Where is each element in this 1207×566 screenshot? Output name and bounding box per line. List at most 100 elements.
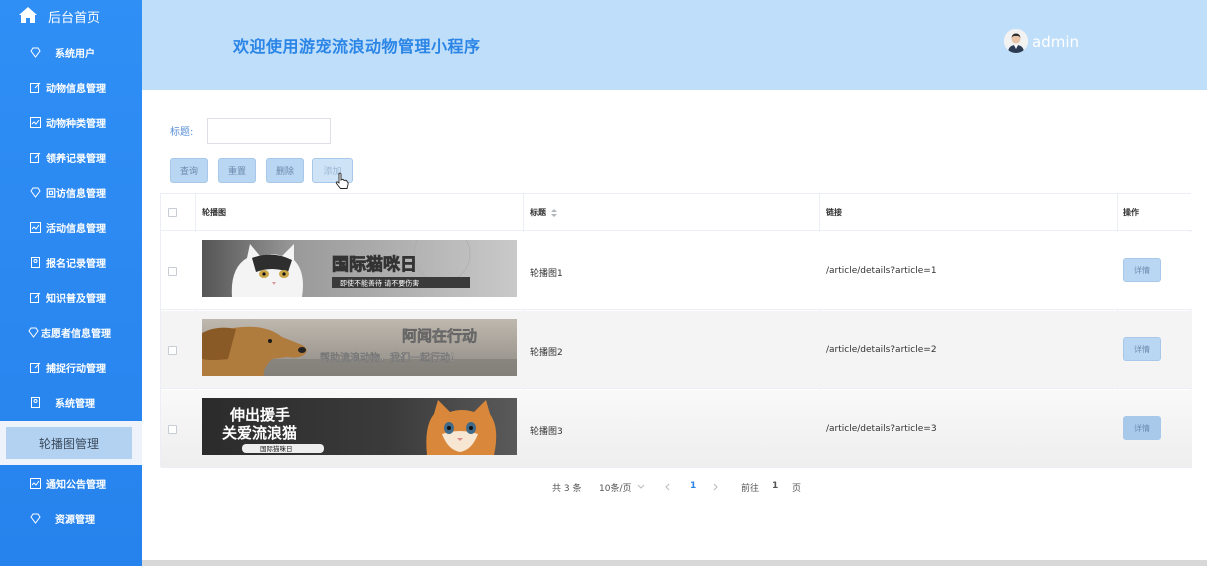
edit-icon [30,82,41,93]
carousel-image: 国际猫咪日 即使不能善待 请不要伤害 [202,240,517,297]
sidebar-item-capture[interactable]: 捕捉行动管理 [0,350,142,385]
banner-subtitle: 国际猫咪日 [260,444,293,453]
sidebar-item-adoption-records[interactable]: 领养记录管理 [0,140,142,175]
query-button[interactable]: 查询 [170,158,208,183]
sidebar-item-carousel[interactable]: 轮播图管理 [6,427,132,459]
sidebar-item-label: 报名记录管理 [46,259,106,270]
row-checkbox[interactable] [168,267,177,276]
sidebar-item-label: 回访信息管理 [46,189,106,200]
pagination-goto-suffix: 页 [792,484,802,494]
chevron-down-icon[interactable] [637,484,645,490]
sidebar-item-label: 领养记录管理 [46,154,106,165]
gem-icon [30,187,41,198]
sidebar-item-label: 动物信息管理 [46,84,106,95]
row-title: 轮播图3 [530,427,563,437]
chart-icon [30,117,41,128]
hand-cursor-icon [335,172,349,189]
badge-icon [31,257,40,268]
gem-icon [28,327,39,338]
select-all-checkbox[interactable] [168,208,177,217]
sidebar-item-animal-info[interactable]: 动物信息管理 [0,70,142,105]
sidebar-item-registrations[interactable]: 报名记录管理 [0,245,142,280]
row-link: /article/details?article=3 [826,424,937,434]
column-header-title[interactable]: 标题 [530,194,558,231]
sidebar-item-system-management[interactable]: 系统管理 [0,385,142,420]
column-header-link: 链接 [826,208,842,217]
row-link: /article/details?article=1 [826,266,937,276]
sidebar-home[interactable]: 后台首页 [0,0,142,32]
table-header: 轮播图 标题 链接 操作 [161,194,1192,231]
sidebar-item-followup[interactable]: 回访信息管理 [0,175,142,210]
page-size-select[interactable]: 10条/页 [599,481,632,494]
header-checkbox-cell [168,194,177,231]
table-row: 阿闻在行动 帮助流浪动物，我们一起行动！ 轮播图2 /article/detai… [161,311,1192,389]
banner-subtitle: 帮助流浪动物，我们一起行动！ [320,351,460,364]
row-checkbox[interactable] [168,346,177,355]
carousel-image: 伸出援手 关爱流浪猫 国际猫咪日 [202,398,517,455]
banner-title: 伸出援手 [229,406,290,424]
row-checkbox[interactable] [168,425,177,434]
carousel-table: 轮播图 标题 链接 操作 国际猫咪日 即使不能善待 请不要伤害 轮播图1 /ar… [160,193,1192,468]
sidebar-item-label: 志愿者信息管理 [41,329,111,340]
sidebar-submenu: 轮播图管理 [0,421,142,465]
sidebar-item-label: 通知公告管理 [46,480,106,491]
chart-icon [30,222,41,233]
carousel-image: 阿闻在行动 帮助流浪动物，我们一起行动！ [202,319,517,376]
banner-title-secondary: 关爱流浪猫 [222,424,297,442]
row-link: /article/details?article=2 [826,345,937,355]
title-filter-label: 标题: [170,127,194,138]
sidebar-item-label: 资源管理 [55,515,95,526]
table-row: 国际猫咪日 即使不能善待 请不要伤害 轮播图1 /article/details… [161,232,1192,310]
pagination-current-page[interactable]: 1 [690,481,696,491]
chevron-right-icon[interactable] [713,483,719,491]
sidebar-item-label: 系统管理 [55,399,95,410]
home-icon [19,7,37,23]
detail-button[interactable]: 详情 [1123,337,1161,361]
bottom-scrollbar[interactable] [142,560,1207,566]
column-header-image: 轮播图 [202,208,226,217]
row-title: 轮播图1 [530,269,563,279]
badge-icon [31,397,40,408]
chart-icon [30,478,41,489]
sidebar-item-volunteers[interactable]: 志愿者信息管理 [0,315,142,350]
sort-icon[interactable] [550,208,558,218]
edit-icon [30,292,41,303]
avatar[interactable] [1004,29,1028,53]
sidebar-item-label: 捕捉行动管理 [46,364,106,375]
sidebar-item-animal-types[interactable]: 动物种类管理 [0,105,142,140]
detail-button[interactable]: 详情 [1123,416,1161,440]
reset-button[interactable]: 重置 [218,158,256,183]
row-title: 轮播图2 [530,348,563,358]
header: 欢迎使用游宠流浪动物管理小程序 admin [142,0,1207,90]
sidebar-item-label: 活动信息管理 [46,224,106,235]
gem-icon [30,513,41,524]
sidebar-home-label: 后台首页 [48,11,101,26]
title-filter-input[interactable] [207,118,331,144]
banner-title: 阿闻在行动 [402,327,477,345]
pagination-goto-input[interactable]: 1 [772,481,778,491]
sidebar-item-knowledge[interactable]: 知识普及管理 [0,280,142,315]
sidebar-item-resources[interactable]: 资源管理 [0,501,142,536]
sidebar-item-system-users[interactable]: 系统用户 [0,35,142,70]
sidebar-item-activities[interactable]: 活动信息管理 [0,210,142,245]
edit-icon [30,362,41,373]
sidebar-item-label: 动物种类管理 [46,119,106,130]
main-content: 标题: 查询 重置 删除 添加 轮播图 标题 链接 操作 国际猫咪日 即使不能善… [142,90,1207,560]
table-row: 伸出援手 关爱流浪猫 国际猫咪日 轮播图3 /article/details?a… [161,390,1192,468]
sidebar: 后台首页 系统用户 动物信息管理 动物种类管理 领养记录管理 回访信息管理 活动… [0,0,142,566]
column-header-actions: 操作 [1123,208,1139,217]
page-title: 欢迎使用游宠流浪动物管理小程序 [233,37,481,56]
sidebar-item-label: 系统用户 [55,49,95,60]
chevron-left-icon[interactable] [664,483,670,491]
banner-title: 国际猫咪日 [332,254,417,275]
column-header-title-label: 标题 [530,208,546,217]
sidebar-item-notices[interactable]: 通知公告管理 [0,466,142,501]
gem-icon [30,47,41,58]
banner-subtitle: 即使不能善待 请不要伤害 [340,279,419,288]
username[interactable]: admin [1032,33,1079,51]
pagination-total: 共 3 条 [552,484,582,494]
edit-icon [30,152,41,163]
delete-button[interactable]: 删除 [266,158,304,183]
pagination-goto-prefix: 前往 [741,484,760,494]
detail-button[interactable]: 详情 [1123,258,1161,282]
